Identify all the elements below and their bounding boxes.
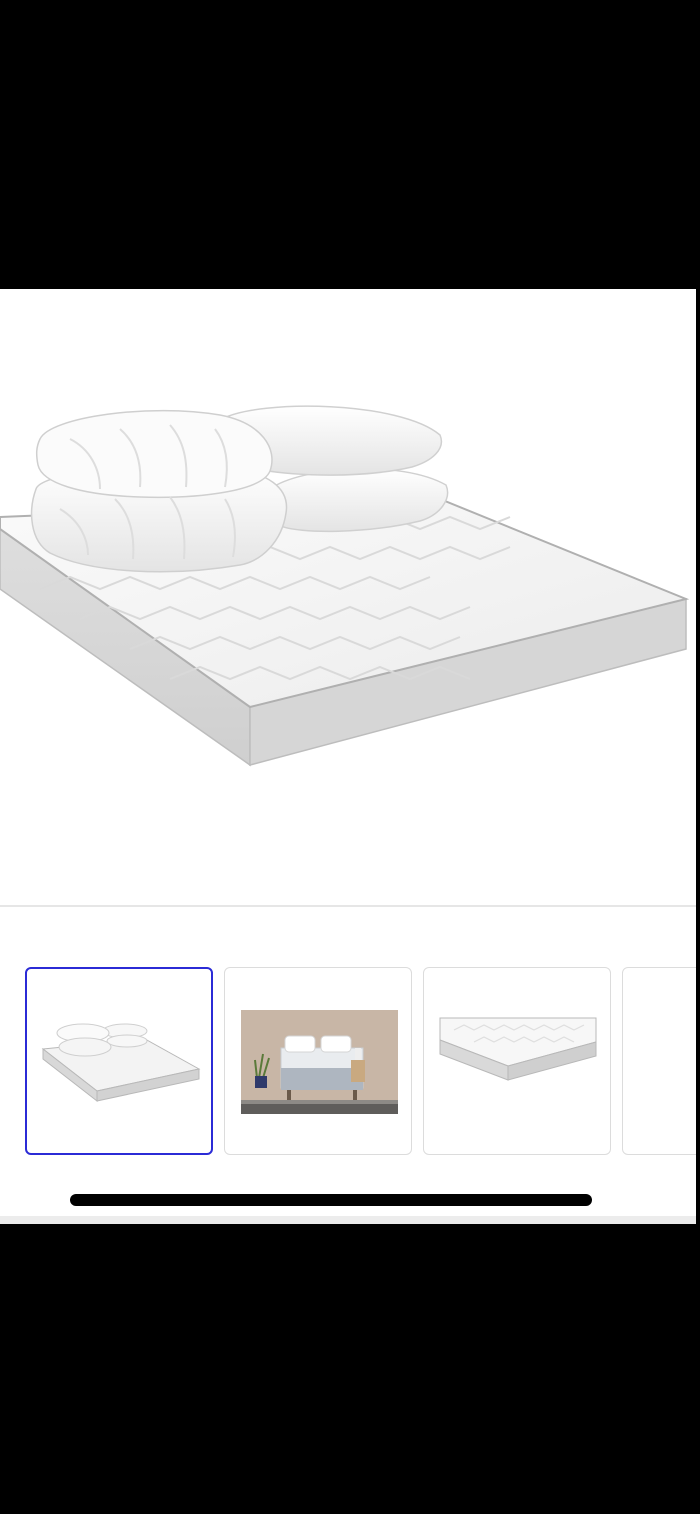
bedroom-scene-icon	[241, 1010, 398, 1114]
right-edge	[696, 289, 700, 1224]
thumbnail-mattress-with-bedding[interactable]	[25, 967, 213, 1155]
thumbnail-mattress-corner[interactable]	[423, 967, 611, 1155]
home-indicator[interactable]	[70, 1194, 592, 1206]
thumbnail-bedroom-scene[interactable]	[224, 967, 412, 1155]
thumbnail-partial[interactable]	[622, 967, 696, 1155]
thumbnail-strip[interactable]	[0, 907, 696, 1167]
product-gallery	[0, 289, 696, 1224]
main-product-image[interactable]	[0, 289, 696, 905]
mattress-image-icon	[0, 405, 690, 767]
mattress-thumbnail-icon	[41, 1023, 201, 1103]
mattress-corner-icon	[439, 1017, 597, 1081]
bottom-edge	[0, 1216, 696, 1224]
phone-screen	[0, 0, 700, 1514]
